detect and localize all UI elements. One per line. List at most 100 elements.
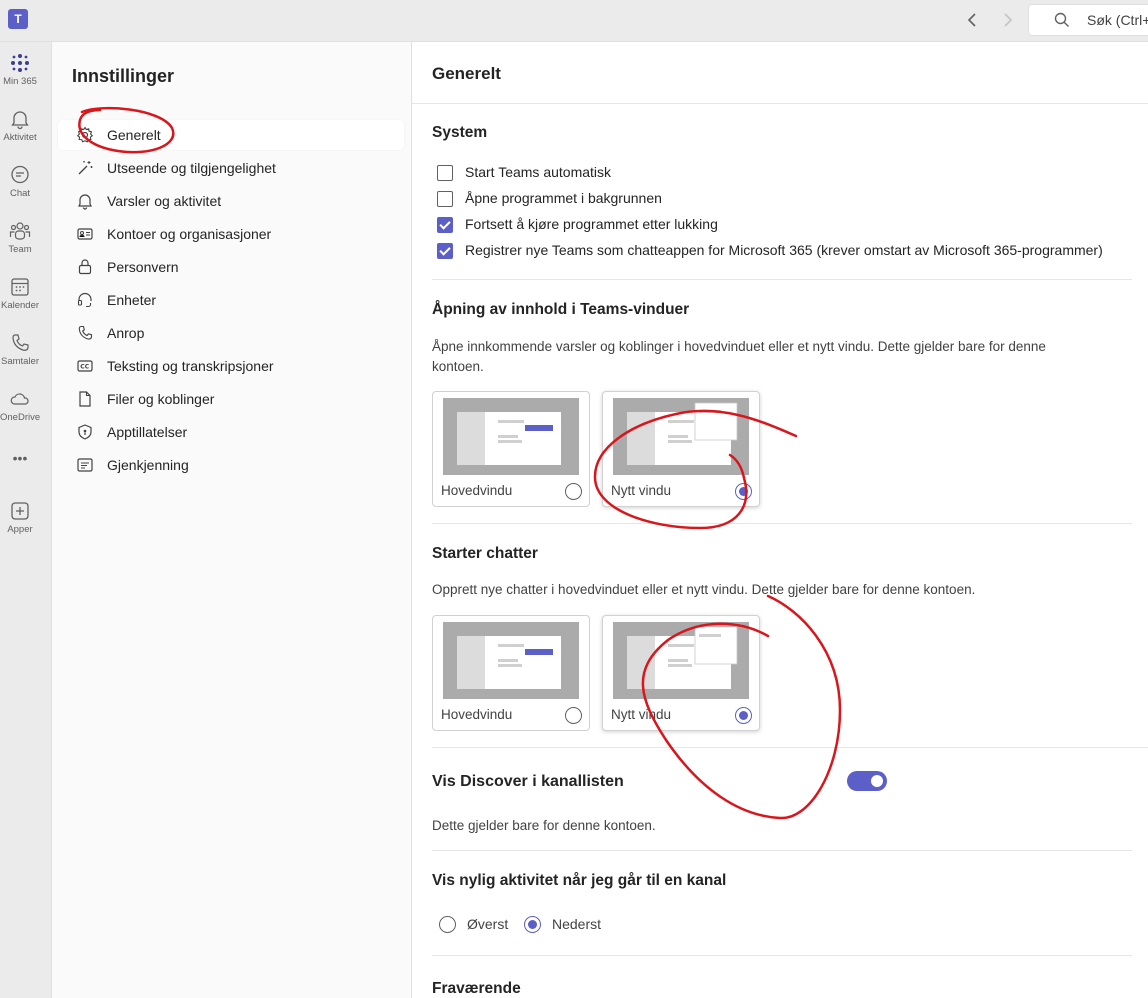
radio-button[interactable] <box>735 483 752 500</box>
section-title-discover: Vis Discover i kanallisten <box>432 773 624 790</box>
page-title: Generelt <box>432 64 501 83</box>
opening-description-line: kontoen. <box>432 359 484 374</box>
grid-dots-icon <box>11 54 29 72</box>
team-icon <box>9 222 31 240</box>
section-title-absence: Fraværende <box>432 980 521 997</box>
rail-item-apper[interactable]: Apper <box>0 500 40 550</box>
rail-label: Aktivitet <box>3 132 37 143</box>
sidebar-item-gjenkjenning[interactable]: Gjenkjenning <box>58 450 404 480</box>
magic-wand-icon <box>78 161 93 175</box>
lock-icon <box>78 259 92 275</box>
sidebar-item-enheter[interactable]: Enheter <box>58 285 404 315</box>
rail-label: Chat <box>9 188 31 199</box>
checkbox[interactable] <box>437 217 453 233</box>
discover-toggle[interactable] <box>847 771 887 791</box>
rail-label: OneDrive <box>0 412 41 423</box>
rail-label: Kalender <box>0 300 40 311</box>
sidebar-title: Innstillinger <box>72 66 175 86</box>
sidebar-item-kontoer[interactable]: Kontoer og organisasjoner <box>58 219 404 249</box>
divider <box>432 955 1132 956</box>
card-label: Nytt vindu <box>611 483 672 498</box>
checkbox[interactable] <box>437 165 453 181</box>
closed-caption-icon: CC <box>77 360 93 372</box>
sidebar-item-label: Personvern <box>107 259 179 275</box>
checkbox[interactable] <box>437 243 453 259</box>
chats-option-new-window[interactable]: Nytt vindu <box>602 615 760 731</box>
content-header: Generelt <box>412 42 1148 104</box>
sidebar-item-varsler[interactable]: Varsler og aktivitet <box>58 186 404 216</box>
shield-icon <box>78 424 92 440</box>
back-button[interactable] <box>961 8 985 32</box>
title-bar: T Søk (Ctrl+ <box>0 0 1148 42</box>
radio-button[interactable] <box>565 707 582 724</box>
divider <box>432 523 1132 524</box>
chats-option-main-window[interactable]: Hovedvindu <box>432 615 590 731</box>
add-apps-icon <box>11 502 29 520</box>
sidebar-item-generelt[interactable]: Generelt <box>58 120 404 150</box>
opening-description-line: Åpne innkommende varsler og koblinger i … <box>432 339 1046 354</box>
settings-sidebar: Innstillinger Generelt Utseende og tilgj… <box>52 42 412 998</box>
radio-button[interactable] <box>439 916 456 933</box>
checkbox-label: Fortsett å kjøre programmet etter lukkin… <box>465 216 718 232</box>
cloud-icon <box>10 393 29 405</box>
opening-option-main-window[interactable]: Hovedvindu <box>432 391 590 507</box>
opening-option-new-window[interactable]: Nytt vindu <box>602 391 760 507</box>
sidebar-item-label: Kontoer og organisasjoner <box>107 226 272 242</box>
rail-item-team[interactable]: Team <box>0 220 40 270</box>
gear-icon <box>76 126 94 143</box>
sidebar-item-anrop[interactable]: Anrop <box>58 318 404 348</box>
teams-logo-icon: T <box>8 9 28 29</box>
radio-button[interactable] <box>524 916 541 933</box>
sidebar-item-label: Generelt <box>107 127 161 143</box>
search-placeholder: Søk (Ctrl+ <box>1087 12 1148 28</box>
document-icon <box>79 391 91 407</box>
radio-button[interactable] <box>735 707 752 724</box>
chat-icon <box>11 165 29 184</box>
rail-item-min365[interactable]: Min 365 <box>0 52 40 102</box>
bell-icon <box>11 111 29 130</box>
discover-description: Dette gjelder bare for denne kontoen. <box>432 818 656 833</box>
sidebar-item-personvern[interactable]: Personvern <box>58 252 404 282</box>
sidebar-item-label: Filer og koblinger <box>107 391 215 407</box>
forward-button[interactable] <box>995 8 1019 32</box>
sidebar-item-label: Gjenkjenning <box>107 457 189 473</box>
main-window-preview-image <box>443 398 579 475</box>
rail-item-kalender[interactable]: Kalender <box>0 276 40 326</box>
rail-item-more[interactable]: ••• <box>0 450 40 500</box>
checkbox-label: Åpne programmet i bakgrunnen <box>465 190 662 206</box>
rail-item-samtaler[interactable]: Samtaler <box>0 332 40 382</box>
chats-description: Opprett nye chatter i hovedvinduet eller… <box>432 582 976 597</box>
card-label: Hovedvindu <box>441 707 513 722</box>
sidebar-item-apptillatelser[interactable]: Apptillatelser <box>58 417 404 447</box>
card-label: Hovedvindu <box>441 483 513 498</box>
main-window-preview-image <box>443 622 579 699</box>
new-window-preview-image <box>613 398 749 475</box>
chevron-left-icon <box>967 13 976 27</box>
sidebar-item-label: Enheter <box>107 292 157 308</box>
search-input[interactable]: Søk (Ctrl+ <box>1028 4 1148 36</box>
rail-label: Apper <box>7 524 33 535</box>
phone-icon <box>78 325 93 340</box>
new-window-preview-image <box>613 622 749 699</box>
more-icon: ••• <box>12 450 28 466</box>
rail-item-onedrive[interactable]: OneDrive <box>0 388 40 438</box>
rail-label: Min 365 <box>3 76 37 87</box>
sidebar-item-label: Anrop <box>107 325 145 341</box>
bell-icon <box>78 194 92 210</box>
sidebar-item-filer[interactable]: Filer og koblinger <box>58 384 404 414</box>
sidebar-item-label: Teksting og transkripsjoner <box>107 358 274 374</box>
radio-button[interactable] <box>565 483 582 500</box>
sidebar-item-teksting[interactable]: CC Teksting og transkripsjoner <box>58 351 404 381</box>
sidebar-item-utseende[interactable]: Utseende og tilgjengelighet <box>58 153 404 183</box>
section-title-chats: Starter chatter <box>432 545 538 562</box>
search-icon <box>1054 12 1069 27</box>
checkbox-label: Registrer nye Teams som chatteappen for … <box>465 242 1103 258</box>
rail-label: Samtaler <box>0 356 39 367</box>
opening-description: Åpne innkommende varsler og koblinger i … <box>432 337 1046 377</box>
checkbox[interactable] <box>437 191 453 207</box>
rail-item-chat[interactable]: Chat <box>0 164 40 214</box>
sidebar-item-label: Utseende og tilgjengelighet <box>107 160 276 176</box>
rail-item-aktivitet[interactable]: Aktivitet <box>0 108 40 158</box>
card-label: Nytt vindu <box>611 707 672 722</box>
sidebar-item-label: Apptillatelser <box>107 424 188 440</box>
